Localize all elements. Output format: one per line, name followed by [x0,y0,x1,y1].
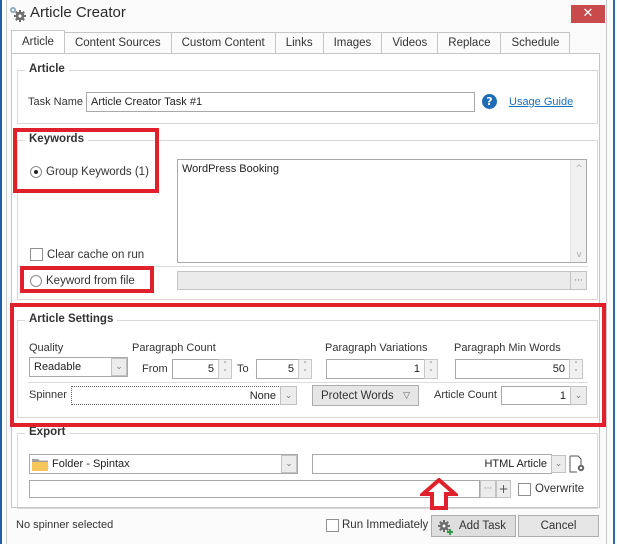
clear-cache-checkbox[interactable] [30,248,43,261]
paragraph-count-label: Paragraph Count [132,342,216,354]
tab-article[interactable]: Article [11,30,65,54]
article-count-select[interactable]: 1 [501,386,571,405]
quality-label: Quality [29,342,64,354]
paragraph-variations-stepper[interactable]: ˄ ˅ [424,359,438,379]
cancel-button[interactable]: Cancel [518,515,599,537]
paragraph-min-words-stepper[interactable]: ˄ ˅ [569,359,583,379]
spin-up-icon[interactable]: ˄ [429,361,433,369]
paragraph-variations-input[interactable]: 1 [326,359,425,379]
run-immediately-label[interactable]: Run Immediately [342,519,428,531]
keywords-scrollbar[interactable]: ^ v [570,160,586,262]
question-circle-icon[interactable]: ? [482,94,497,109]
tab-schedule[interactable]: Schedule [501,32,571,54]
spin-down-icon[interactable]: ˅ [223,369,227,377]
folder-icon [32,459,48,471]
article-count-label: Article Count [434,389,497,401]
tab-links[interactable]: Links [275,32,324,54]
export-group-label: Export [25,426,70,438]
window-left-border [0,0,7,544]
window-title: Article Creator [30,4,126,21]
spin-down-icon[interactable]: ˅ [574,369,578,377]
task-name-label: Task Name [28,96,84,108]
keyword-file-path-input[interactable] [177,271,571,290]
from-label: From [142,363,168,375]
tab-custom-content[interactable]: Custom Content [171,32,276,54]
keywords-group-label: Keywords [25,133,88,145]
paragraph-variations-label: Paragraph Variations [325,342,428,354]
scroll-up-icon[interactable]: ^ [571,164,587,174]
paragraph-from-stepper[interactable]: ˄ ˅ [218,359,232,379]
group-keywords-radio[interactable] [30,166,42,178]
tab-replace[interactable]: Replace [438,32,502,54]
spin-up-icon[interactable]: ˄ [303,361,307,369]
settings-separator [28,382,588,383]
keywords-textarea[interactable]: WordPress Booking [177,159,587,263]
tab-images[interactable]: Images [323,32,383,54]
spin-up-icon[interactable]: ˄ [223,361,227,369]
triangle-down-icon: ▽ [403,390,410,400]
export-format-select[interactable]: HTML Article [312,454,552,474]
spinner-select[interactable]: None [71,386,281,405]
gears-icon [10,7,26,22]
spinner-dropdown-icon[interactable]: ⌄ [280,386,297,405]
usage-guide-link[interactable]: Usage Guide [509,96,573,108]
article-count-dropdown-icon[interactable]: ⌄ [570,386,587,405]
document-settings-icon[interactable] [568,455,586,473]
to-label: To [237,363,249,375]
run-immediately-checkbox[interactable] [326,519,339,532]
export-path-input[interactable] [29,480,480,498]
tab-content-sources[interactable]: Content Sources [64,32,172,54]
status-text: No spinner selected [16,519,114,531]
keyword-from-file-radio[interactable] [30,275,42,287]
overwrite-label[interactable]: Overwrite [535,483,584,495]
paragraph-min-words-input[interactable]: 50 [455,359,570,379]
add-path-button[interactable]: + [496,480,511,498]
close-button[interactable]: ✕ [571,5,605,23]
paragraph-from-input[interactable]: 5 [172,359,219,379]
keyword-from-file-label[interactable]: Keyword from file [46,275,135,287]
export-destination-select[interactable]: Folder - Spintax [29,454,298,474]
protect-words-button[interactable]: Protect Words ▽ [312,385,419,406]
overwrite-checkbox[interactable] [518,483,531,496]
quality-dropdown-icon[interactable]: ⌄ [111,358,127,376]
tab-videos[interactable]: Videos [382,32,439,54]
protect-words-label: Protect Words [321,389,394,402]
spin-down-icon[interactable]: ˅ [303,369,307,377]
browse-export-path-button[interactable]: ··· [480,480,496,498]
paragraph-to-stepper[interactable]: ˄ ˅ [298,359,312,379]
export-format-dropdown-icon[interactable]: ⌄ [551,455,566,473]
add-task-button[interactable]: Add Task [431,515,516,537]
up-arrow-annotation-icon [420,478,458,510]
scroll-down-icon[interactable]: v [571,250,587,260]
group-keywords-label[interactable]: Group Keywords (1) [46,166,149,178]
spinner-label: Spinner [29,389,67,401]
paragraph-min-words-label: Paragraph Min Words [454,342,561,354]
spin-up-icon[interactable]: ˄ [574,361,578,369]
export-destination-dropdown-icon[interactable]: ⌄ [281,455,297,473]
spin-down-icon[interactable]: ˅ [429,369,433,377]
article-creator-window: Article Creator ✕ Article Content Source… [0,0,617,544]
browse-keyword-file-button[interactable]: ··· [570,271,587,290]
paragraph-to-input[interactable]: 5 [256,359,299,379]
tab-bar: Article Content Sources Custom Content L… [11,30,571,54]
task-name-input[interactable]: Article Creator Task #1 [86,92,475,112]
window-right-border [604,0,617,544]
clear-cache-label[interactable]: Clear cache on run [47,249,144,261]
keywords-separator [18,266,588,267]
article-settings-group-label: Article Settings [25,313,118,325]
add-task-label: Add Task [458,520,507,532]
add-gear-icon [438,520,453,535]
article-group-label: Article [25,63,69,75]
